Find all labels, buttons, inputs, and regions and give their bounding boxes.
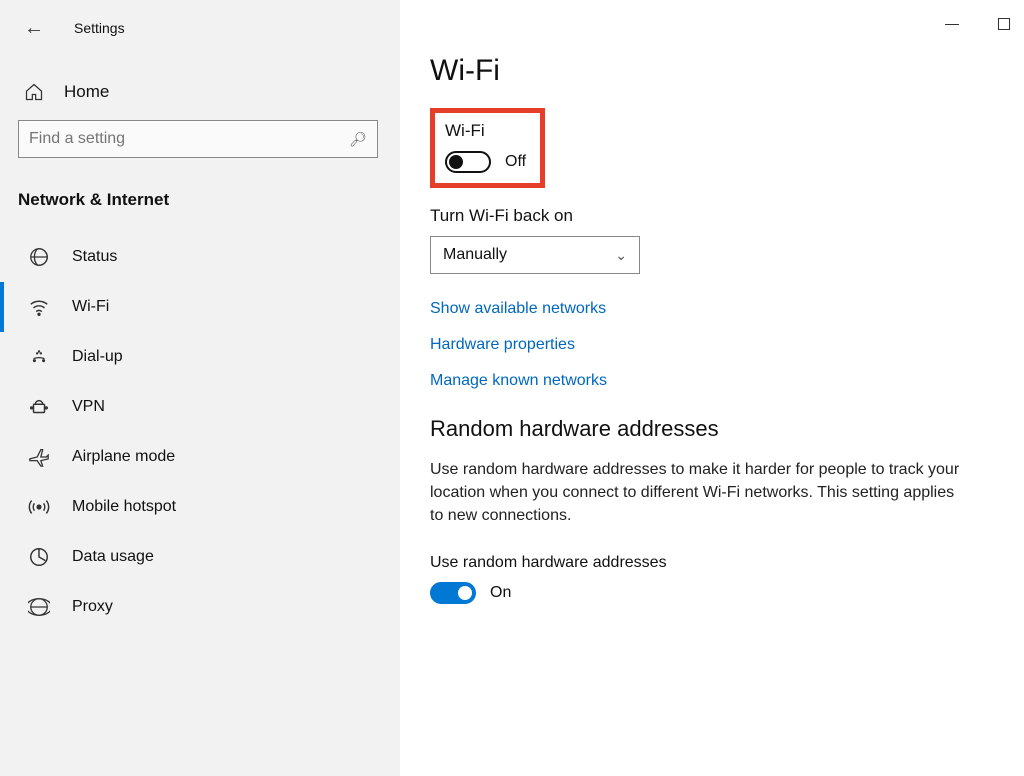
sidebar-home-label: Home bbox=[64, 82, 109, 102]
wifi-toggle-label: Wi-Fi bbox=[445, 121, 526, 141]
random-mac-toggle-label: Use random hardware addresses bbox=[430, 554, 994, 572]
proxy-icon bbox=[28, 596, 50, 618]
search-icon: 🔍︎ bbox=[349, 131, 367, 148]
sidebar-item-label: VPN bbox=[72, 398, 105, 416]
sidebar-category-title: Network & Internet bbox=[18, 190, 400, 210]
airplane-icon bbox=[28, 446, 50, 468]
sidebar-item-label: Status bbox=[72, 248, 117, 266]
wifi-toggle-state: Off bbox=[505, 153, 526, 171]
link-manage-known-networks[interactable]: Manage known networks bbox=[430, 372, 994, 390]
maximize-button[interactable] bbox=[992, 12, 1016, 36]
wifi-toggle[interactable] bbox=[445, 151, 491, 173]
sidebar-item-status[interactable]: Status bbox=[0, 232, 400, 282]
random-mac-description: Use random hardware addresses to make it… bbox=[430, 458, 970, 528]
sidebar-item-label: Airplane mode bbox=[72, 448, 175, 466]
sidebar-item-hotspot[interactable]: Mobile hotspot bbox=[0, 482, 400, 532]
sidebar: ← Settings Home 🔍︎ Network & Internet St… bbox=[0, 0, 400, 776]
back-arrow-icon[interactable]: ← bbox=[24, 17, 44, 40]
hotspot-icon bbox=[28, 496, 50, 518]
dropdown-selected: Manually bbox=[443, 246, 507, 264]
app-title: Settings bbox=[74, 20, 125, 36]
search-input[interactable] bbox=[29, 130, 349, 148]
sidebar-item-proxy[interactable]: Proxy bbox=[0, 582, 400, 632]
sidebar-item-label: Proxy bbox=[72, 598, 113, 616]
sidebar-item-label: Mobile hotspot bbox=[72, 498, 176, 516]
home-icon bbox=[24, 82, 44, 102]
main-panel: Wi-Fi Wi-Fi Off Turn Wi-Fi back on Manua… bbox=[400, 0, 1024, 776]
random-mac-toggle-state: On bbox=[490, 584, 511, 602]
sidebar-item-dialup[interactable]: Dial-up bbox=[0, 332, 400, 382]
turn-wifi-back-on-dropdown[interactable]: Manually ⌄ bbox=[430, 236, 640, 274]
sidebar-item-label: Wi-Fi bbox=[72, 298, 109, 316]
random-mac-heading: Random hardware addresses bbox=[430, 416, 994, 442]
sidebar-item-label: Dial-up bbox=[72, 348, 123, 366]
minimize-button[interactable] bbox=[940, 12, 964, 36]
chevron-down-icon: ⌄ bbox=[615, 247, 627, 264]
window-controls bbox=[940, 12, 1016, 36]
status-icon bbox=[28, 246, 50, 268]
link-hardware-properties[interactable]: Hardware properties bbox=[430, 336, 994, 354]
search-box[interactable]: 🔍︎ bbox=[18, 120, 378, 158]
sidebar-item-label: Data usage bbox=[72, 548, 154, 566]
sidebar-item-wifi[interactable]: Wi-Fi bbox=[0, 282, 400, 332]
sidebar-home[interactable]: Home bbox=[24, 82, 400, 102]
titlebar: ← Settings bbox=[0, 14, 400, 42]
page-title: Wi-Fi bbox=[430, 54, 994, 88]
sidebar-item-airplane[interactable]: Airplane mode bbox=[0, 432, 400, 482]
datausage-icon bbox=[28, 546, 50, 568]
random-mac-toggle[interactable] bbox=[430, 582, 476, 604]
sidebar-item-datausage[interactable]: Data usage bbox=[0, 532, 400, 582]
wifi-toggle-highlight: Wi-Fi Off bbox=[430, 108, 545, 188]
vpn-icon bbox=[28, 396, 50, 418]
link-show-networks[interactable]: Show available networks bbox=[430, 300, 994, 318]
turn-wifi-back-on-label: Turn Wi-Fi back on bbox=[430, 206, 994, 226]
dialup-icon bbox=[28, 346, 50, 368]
wifi-icon bbox=[28, 296, 50, 318]
sidebar-item-vpn[interactable]: VPN bbox=[0, 382, 400, 432]
